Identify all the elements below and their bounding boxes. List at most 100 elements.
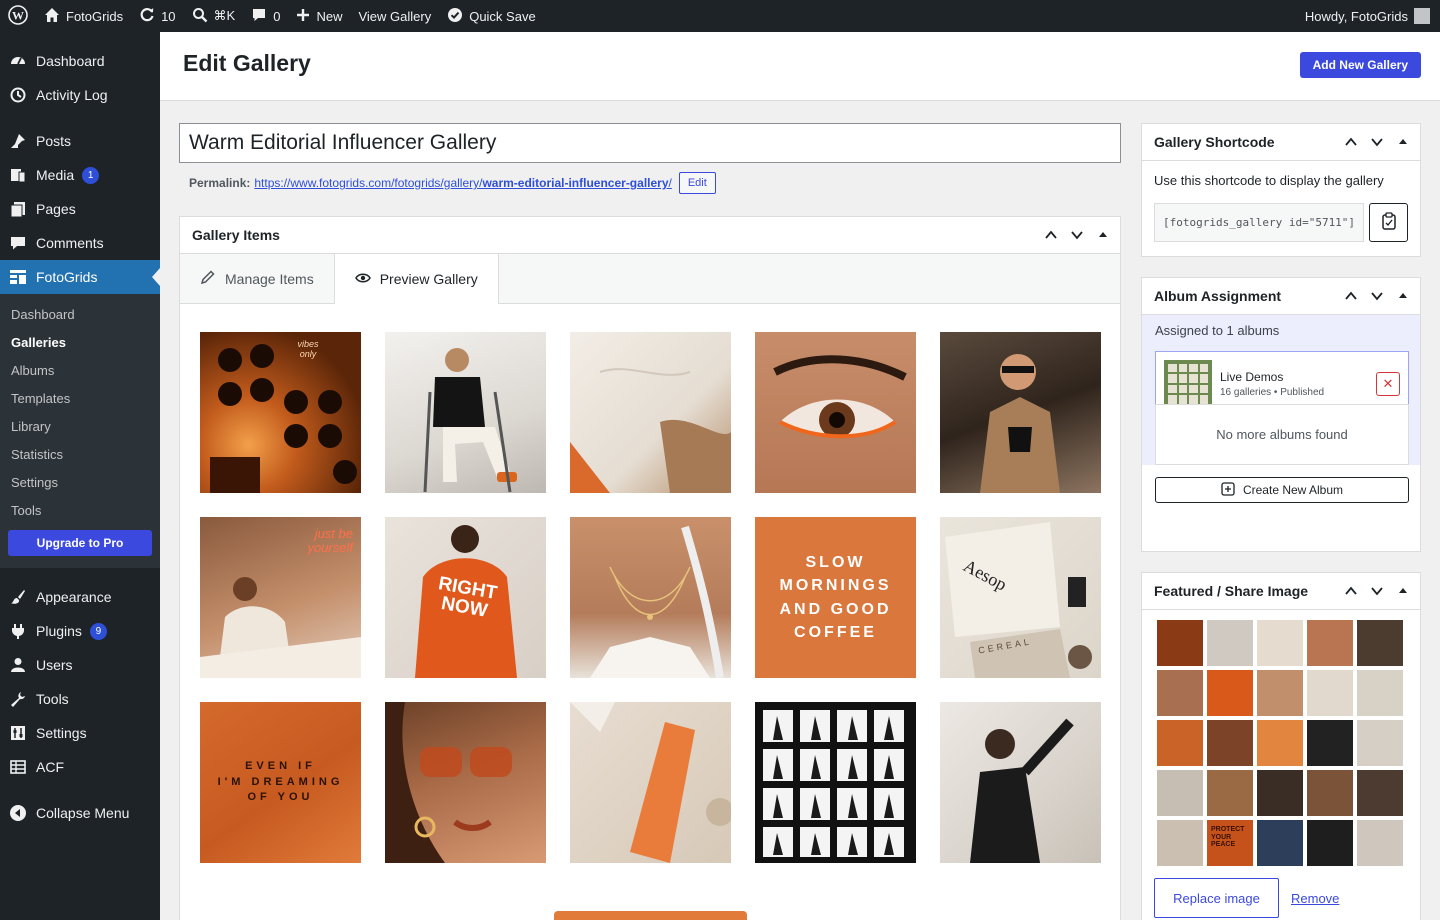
updates-count: 10	[161, 8, 176, 24]
menu-acf[interactable]: ACF	[0, 750, 160, 784]
permalink-link[interactable]: https://www.fotogrids.com/fotogrids/gall…	[254, 176, 671, 190]
neon-text: just be yourself	[307, 526, 353, 555]
submenu-templates[interactable]: Templates	[0, 384, 160, 412]
plug-icon	[8, 622, 28, 640]
menu-users[interactable]: Users	[0, 648, 160, 682]
gallery-image-vinyl-wall[interactable]: vibes only	[200, 332, 361, 493]
menu-comments[interactable]: Comments	[0, 226, 160, 260]
grid-icon	[8, 268, 28, 286]
collapse-toggle-icon[interactable]	[1392, 131, 1414, 153]
gallery-image-dreaming-quote[interactable]: EVEN IF I'M DREAMING OF YOU	[200, 702, 361, 863]
chevron-down-icon[interactable]	[1366, 285, 1388, 307]
fotogrids-submenu: Dashboard Galleries Albums Templates Lib…	[0, 294, 160, 568]
submenu-dashboard[interactable]: Dashboard	[0, 300, 160, 328]
page-title: Edit Gallery	[183, 50, 311, 76]
gallery-image-skincare-tube[interactable]	[570, 702, 731, 863]
gallery-image-blazer-woman[interactable]	[940, 332, 1101, 493]
new-content-menu[interactable]: New	[288, 0, 350, 32]
site-name-menu[interactable]: FotoGrids	[36, 0, 131, 32]
copy-shortcode-button[interactable]	[1369, 203, 1408, 242]
tab-preview-gallery[interactable]: Preview Gallery	[334, 254, 499, 304]
comments-menu[interactable]: 0	[243, 0, 288, 32]
album-heading: Album Assignment	[1154, 288, 1282, 304]
collapse-toggle-icon[interactable]	[1392, 285, 1414, 307]
create-new-album-button[interactable]: Create New Album	[1155, 477, 1409, 503]
submenu-tools[interactable]: Tools	[0, 496, 160, 524]
chevron-down-icon[interactable]	[1366, 131, 1388, 153]
gallery-title-input[interactable]: Warm Editorial Influencer Gallery	[179, 123, 1121, 163]
submenu-library[interactable]: Library	[0, 412, 160, 440]
replace-image-button[interactable]: Replace image	[1154, 878, 1279, 918]
collage-tile	[1307, 620, 1353, 666]
collapse-toggle-icon[interactable]	[1392, 580, 1414, 602]
album-thumbnail	[1164, 359, 1212, 408]
gallery-image-aesop-flatlay[interactable]: Aesop CEREAL	[940, 517, 1101, 678]
chevron-up-icon[interactable]	[1340, 285, 1362, 307]
updates-menu[interactable]: 10	[131, 0, 183, 32]
gallery-image-slow-mornings[interactable]: SLOW MORNINGS AND GOOD COFFEE	[755, 517, 916, 678]
gallery-image-right-now-sweater[interactable]: RIGHT NOW	[385, 517, 546, 678]
remove-image-link[interactable]: Remove	[1291, 891, 1339, 906]
wp-logo-menu[interactable]: W	[0, 0, 36, 32]
tab-manage-items[interactable]: Manage Items	[180, 254, 335, 303]
home-icon	[44, 7, 60, 26]
pin-icon	[8, 132, 28, 150]
search-menu[interactable]: ⌘K	[184, 0, 244, 32]
table-icon	[8, 758, 28, 776]
add-new-gallery-button[interactable]: Add New Gallery	[1299, 52, 1421, 78]
permalink-row: Permalink: https://www.fotogrids.com/fot…	[189, 171, 716, 195]
submenu-galleries[interactable]: Galleries	[0, 328, 160, 356]
submenu-albums[interactable]: Albums	[0, 356, 160, 384]
menu-tools[interactable]: Tools	[0, 682, 160, 716]
menu-settings[interactable]: Settings	[0, 716, 160, 750]
shortcode-description: Use this shortcode to display the galler…	[1154, 173, 1384, 188]
menu-plugins[interactable]: Plugins 9	[0, 614, 160, 648]
edit-permalink-button[interactable]: Edit	[678, 172, 716, 194]
chevron-down-icon[interactable]	[1066, 224, 1088, 246]
menu-fotogrids[interactable]: FotoGrids	[0, 260, 160, 294]
menu-dashboard-label: Dashboard	[36, 53, 105, 69]
collage-tile	[1307, 820, 1353, 866]
menu-dashboard[interactable]: Dashboard	[0, 44, 160, 78]
submenu-settings[interactable]: Settings	[0, 468, 160, 496]
submenu-statistics[interactable]: Statistics	[0, 440, 160, 468]
album-meta: 16 galleries • Published	[1220, 386, 1325, 398]
shortcode-field[interactable]: [fotogrids_gallery id="5711"]	[1154, 203, 1364, 242]
gallery-image-sweater[interactable]	[570, 332, 731, 493]
upgrade-to-pro-button[interactable]: Upgrade to Pro	[8, 530, 152, 556]
pages-icon	[8, 200, 28, 218]
chevron-up-icon[interactable]	[1340, 580, 1362, 602]
media-badge: 1	[82, 166, 100, 184]
menu-posts[interactable]: Posts	[0, 124, 160, 158]
permalink-end: /	[668, 176, 672, 190]
view-gallery-link[interactable]: View Gallery	[350, 0, 439, 32]
gallery-image-eye-closeup[interactable]	[755, 332, 916, 493]
collage-tile	[1157, 770, 1203, 816]
chevron-up-icon[interactable]	[1040, 224, 1062, 246]
menu-pages[interactable]: Pages	[0, 192, 160, 226]
menu-activity-log[interactable]: Activity Log	[0, 78, 160, 112]
menu-comments-label: Comments	[36, 235, 104, 251]
remove-album-button[interactable]: ✕	[1376, 371, 1400, 396]
menu-media[interactable]: Media 1	[0, 158, 160, 192]
menu-posts-label: Posts	[36, 133, 72, 149]
gallery-image-contact-sheet[interactable]	[755, 702, 916, 863]
gallery-image-sunlit-portrait[interactable]	[940, 702, 1101, 863]
menu-users-label: Users	[36, 657, 73, 673]
chevron-up-icon[interactable]	[1340, 131, 1362, 153]
my-account-menu[interactable]: Howdy, FotoGrids	[1297, 0, 1440, 32]
no-more-albums-message: No more albums found	[1155, 404, 1409, 465]
gallery-image-chair-pose[interactable]	[385, 332, 546, 493]
gallery-image-necklace[interactable]	[570, 517, 731, 678]
menu-appearance[interactable]: Appearance	[0, 580, 160, 614]
load-more-button[interactable]	[554, 911, 747, 920]
collapse-toggle-icon[interactable]	[1092, 224, 1114, 246]
quick-save-button[interactable]: Quick Save	[439, 0, 543, 32]
gallery-image-sunglasses-portrait[interactable]	[385, 702, 546, 863]
chevron-down-icon[interactable]	[1366, 580, 1388, 602]
collapse-menu-button[interactable]: Collapse Menu	[0, 796, 160, 830]
menu-plugins-label: Plugins	[36, 623, 82, 639]
neon-sign-text: vibes only	[297, 339, 319, 359]
gallery-image-neon-bedroom[interactable]: just be yourself	[200, 517, 361, 678]
featured-heading: Featured / Share Image	[1154, 583, 1309, 599]
